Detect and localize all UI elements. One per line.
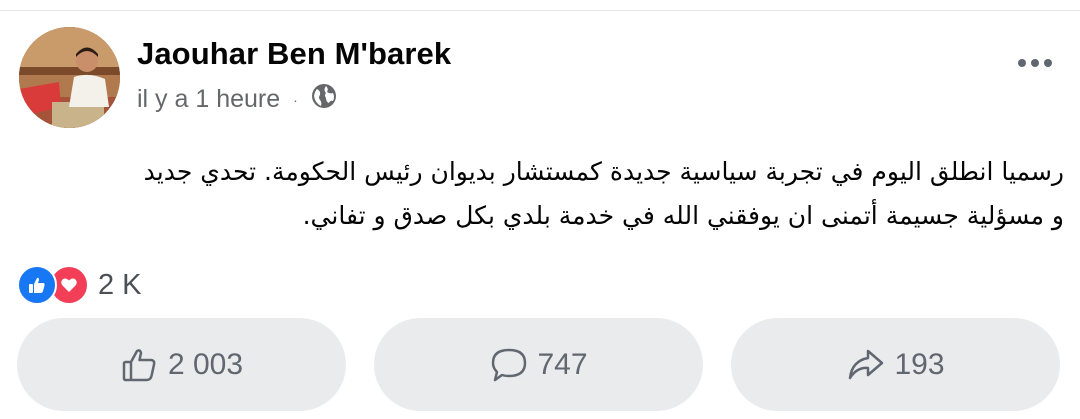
share-count: 193 [894,347,945,381]
post-text: رسميا انطلق اليوم في تجربة سياسية جديدة … [20,150,1064,238]
like-count: 2 003 [167,347,244,381]
comment-icon [492,348,527,381]
share-button[interactable]: 193 [731,318,1060,411]
like-button[interactable]: 2 003 [17,318,346,411]
post-timestamp[interactable]: il y a 1 heure [137,85,280,114]
like-reaction-icon [17,265,57,305]
post-text-line-2: و مسؤلية جسيمة أتمنى ان يوفقني الله في خ… [302,201,1064,230]
thumbs-up-icon [122,348,156,381]
post-meta: il y a 1 heure · [137,83,337,116]
more-dot-icon [1044,59,1052,67]
meta-separator: · [293,91,298,108]
more-options-button[interactable] [1018,53,1060,73]
more-dot-icon [1031,59,1039,67]
globe-icon [311,83,337,116]
more-dot-icon [1018,59,1026,67]
avatar[interactable] [19,27,120,128]
author-name[interactable]: Jaouhar Ben M'barek [137,36,451,72]
post-text-line-1: رسميا انطلق اليوم في تجربة سياسية جديدة … [143,157,1064,186]
post-actions: 2 003 747 193 [17,318,1060,411]
comment-button[interactable]: 747 [374,318,703,411]
comment-count: 747 [537,347,588,381]
share-arrow-icon [849,349,884,379]
reactions-count: 2 K [98,268,142,301]
reactions-summary[interactable]: 2 K [17,265,142,305]
top-divider [0,10,1080,11]
